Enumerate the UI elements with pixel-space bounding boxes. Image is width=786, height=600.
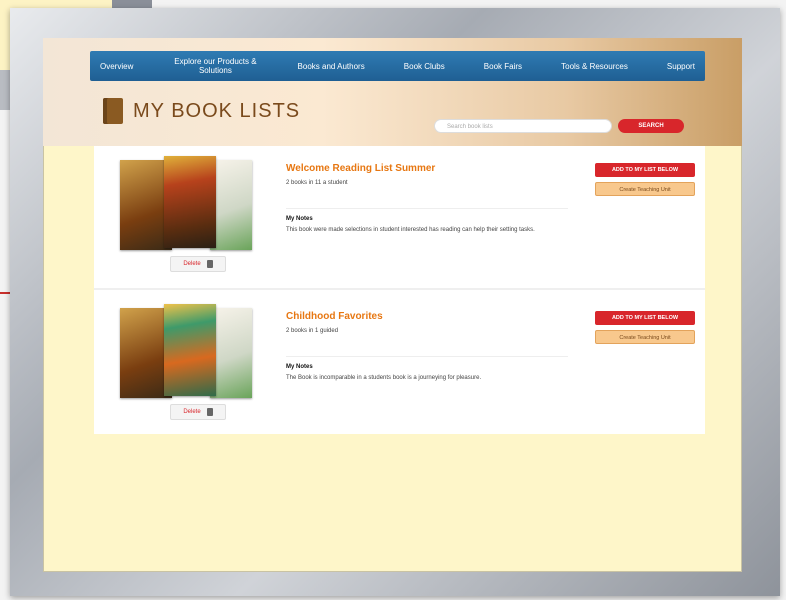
- search-button[interactable]: SEARCH: [618, 119, 684, 133]
- monitor-frame: Overview Explore our Products & Solution…: [10, 8, 780, 596]
- notes-label: My Notes: [286, 364, 313, 370]
- notes-text: The Book is incomparable in a students b…: [286, 375, 482, 381]
- delete-label: Delete: [183, 409, 201, 415]
- notes-text: This book were made selections in studen…: [286, 227, 535, 233]
- book-covers[interactable]: [120, 304, 252, 398]
- main-nav: Overview Explore our Products & Solution…: [90, 51, 705, 81]
- book-cover: [210, 160, 252, 250]
- book-cover: [164, 156, 216, 248]
- delete-button[interactable]: Delete: [170, 404, 226, 420]
- trash-icon: [206, 408, 213, 416]
- divider: [286, 356, 568, 357]
- list-meta: 2 books in 1 guided: [286, 328, 339, 334]
- page-title: MY BOOK LISTS: [133, 99, 301, 122]
- book-cover: [210, 308, 252, 398]
- nav-item-books-authors[interactable]: Books and Authors: [298, 62, 365, 71]
- search-input[interactable]: Search book lists: [434, 119, 612, 133]
- list-title[interactable]: Childhood Favorites: [286, 311, 383, 322]
- add-to-list-button[interactable]: ADD TO MY LIST BELOW: [595, 311, 695, 325]
- list-meta: 2 books in 11 a student: [286, 180, 348, 186]
- list-item: Delete Childhood Favorites 2 books in 1 …: [94, 294, 705, 434]
- book-icon: [103, 98, 123, 124]
- nav-item-book-fairs[interactable]: Book Fairs: [484, 62, 522, 71]
- book-cover: [164, 304, 216, 396]
- list-divider: [94, 288, 705, 290]
- list-title[interactable]: Welcome Reading List Summer: [286, 163, 435, 174]
- delete-button[interactable]: Delete: [170, 256, 226, 272]
- nav-item-tools[interactable]: Tools & Resources: [561, 62, 628, 71]
- create-unit-button[interactable]: Create Teaching Unit: [595, 182, 695, 196]
- book-covers[interactable]: [120, 156, 252, 250]
- list-item: Delete Welcome Reading List Summer 2 boo…: [94, 146, 705, 290]
- create-unit-button[interactable]: Create Teaching Unit: [595, 330, 695, 344]
- nav-item-products[interactable]: Explore our Products & Solutions: [172, 57, 258, 75]
- notes-label: My Notes: [286, 216, 313, 222]
- page-header: MY BOOK LISTS: [103, 98, 300, 124]
- nav-item-support[interactable]: Support: [667, 62, 695, 71]
- add-to-list-button[interactable]: ADD TO MY LIST BELOW: [595, 163, 695, 177]
- nav-item-overview[interactable]: Overview: [100, 62, 133, 71]
- book-lists-panel: Delete Welcome Reading List Summer 2 boo…: [94, 146, 705, 434]
- delete-label: Delete: [183, 261, 201, 267]
- divider: [286, 208, 568, 209]
- screen: Overview Explore our Products & Solution…: [43, 38, 742, 572]
- trash-icon: [206, 260, 213, 268]
- nav-item-book-clubs[interactable]: Book Clubs: [404, 62, 445, 71]
